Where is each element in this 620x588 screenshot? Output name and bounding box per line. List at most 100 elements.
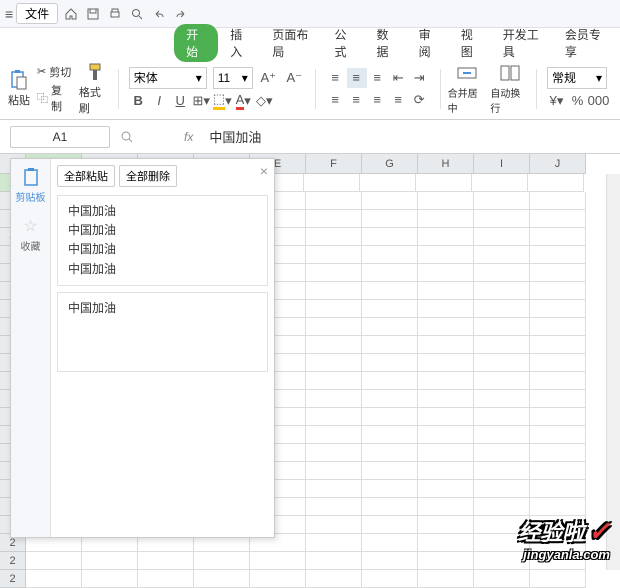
fill-color-button[interactable]: ⬚▾ xyxy=(213,91,233,111)
cell[interactable] xyxy=(306,282,362,300)
tab-developer[interactable]: 开发工具 xyxy=(493,24,553,62)
tab-view[interactable]: 视图 xyxy=(451,24,491,62)
cell[interactable] xyxy=(418,480,474,498)
copy-button[interactable]: ⿻复制 xyxy=(37,82,72,114)
cell[interactable] xyxy=(306,336,362,354)
cell[interactable] xyxy=(474,498,530,516)
cell[interactable] xyxy=(474,444,530,462)
clear-format-button[interactable]: ◇▾ xyxy=(255,91,275,111)
cell[interactable] xyxy=(530,354,586,372)
cell[interactable] xyxy=(530,264,586,282)
cell[interactable] xyxy=(474,246,530,264)
justify-button[interactable]: ≡ xyxy=(389,90,409,110)
cell[interactable] xyxy=(362,300,418,318)
cell[interactable] xyxy=(306,408,362,426)
comma-button[interactable]: 000 xyxy=(589,91,609,111)
cell[interactable] xyxy=(528,174,584,192)
column-header[interactable]: J xyxy=(530,154,586,174)
cell[interactable] xyxy=(418,570,474,588)
tab-member[interactable]: 会员专享 xyxy=(555,24,615,62)
cell[interactable] xyxy=(194,552,250,570)
cell[interactable] xyxy=(26,552,82,570)
cell[interactable] xyxy=(418,336,474,354)
cell[interactable] xyxy=(360,174,416,192)
home-icon[interactable] xyxy=(63,6,79,22)
cell[interactable] xyxy=(474,336,530,354)
font-size-select[interactable]: 11▾ xyxy=(213,67,253,89)
cell[interactable] xyxy=(306,264,362,282)
cell[interactable] xyxy=(530,408,586,426)
cell[interactable] xyxy=(474,192,530,210)
sidebar-item-clipboard[interactable]: 剪贴板 xyxy=(16,167,46,204)
cell[interactable] xyxy=(530,462,586,480)
cell[interactable] xyxy=(530,372,586,390)
cell[interactable] xyxy=(362,192,418,210)
cell[interactable] xyxy=(362,210,418,228)
format-painter-button[interactable]: 格式刷 xyxy=(79,61,111,116)
cell[interactable] xyxy=(418,282,474,300)
cell[interactable] xyxy=(418,516,474,534)
cell[interactable] xyxy=(530,210,586,228)
cell[interactable] xyxy=(530,192,586,210)
cell[interactable] xyxy=(362,264,418,282)
cell[interactable] xyxy=(474,282,530,300)
indent-increase-button[interactable]: ⇥ xyxy=(410,68,430,88)
cell[interactable] xyxy=(418,534,474,552)
cell[interactable] xyxy=(306,246,362,264)
search-icon[interactable] xyxy=(120,130,134,144)
cell[interactable] xyxy=(530,246,586,264)
percent-button[interactable]: % xyxy=(568,91,588,111)
cell[interactable] xyxy=(474,408,530,426)
cell[interactable] xyxy=(362,390,418,408)
cell[interactable] xyxy=(306,390,362,408)
cell[interactable] xyxy=(474,318,530,336)
indent-decrease-button[interactable]: ⇤ xyxy=(389,68,409,88)
cell[interactable] xyxy=(306,300,362,318)
cell[interactable] xyxy=(304,174,360,192)
cell[interactable] xyxy=(530,426,586,444)
cell[interactable] xyxy=(306,354,362,372)
delete-all-button[interactable]: 全部删除 xyxy=(119,165,177,187)
cell[interactable] xyxy=(26,570,82,588)
tab-data[interactable]: 数据 xyxy=(367,24,407,62)
clipboard-item-group[interactable]: 中国加油 xyxy=(57,292,268,372)
cell[interactable] xyxy=(306,372,362,390)
increase-font-button[interactable]: A⁺ xyxy=(259,68,279,88)
cell[interactable] xyxy=(306,516,362,534)
align-center-button[interactable]: ≡ xyxy=(347,90,367,110)
underline-button[interactable]: U xyxy=(171,91,191,111)
cell[interactable] xyxy=(472,174,528,192)
cell[interactable] xyxy=(306,552,362,570)
cell[interactable] xyxy=(306,444,362,462)
vertical-scrollbar[interactable] xyxy=(606,174,620,570)
cell[interactable] xyxy=(418,390,474,408)
merge-center-button[interactable]: 合并居中 xyxy=(448,62,487,115)
cell[interactable] xyxy=(474,354,530,372)
cell[interactable] xyxy=(530,318,586,336)
undo-icon[interactable] xyxy=(151,6,167,22)
tab-page-layout[interactable]: 页面布局 xyxy=(262,24,322,62)
cell[interactable] xyxy=(362,444,418,462)
tab-start[interactable]: 开始 xyxy=(174,24,218,62)
cell[interactable] xyxy=(418,354,474,372)
cell[interactable] xyxy=(530,498,586,516)
cell[interactable] xyxy=(362,534,418,552)
cell[interactable] xyxy=(362,480,418,498)
cell[interactable] xyxy=(418,498,474,516)
cell[interactable] xyxy=(362,462,418,480)
clipboard-item[interactable]: 中国加油 xyxy=(68,240,257,259)
align-bottom-button[interactable]: ≡ xyxy=(368,68,388,88)
paste-all-button[interactable]: 全部粘贴 xyxy=(57,165,115,187)
close-icon[interactable]: × xyxy=(260,163,268,179)
font-name-select[interactable]: 宋体▾ xyxy=(129,67,207,89)
cell[interactable] xyxy=(418,264,474,282)
print-icon[interactable] xyxy=(107,6,123,22)
preview-icon[interactable] xyxy=(129,6,145,22)
clipboard-item[interactable]: 中国加油 xyxy=(68,260,257,279)
cell[interactable] xyxy=(306,480,362,498)
tab-review[interactable]: 审阅 xyxy=(409,24,449,62)
cell[interactable] xyxy=(362,318,418,336)
cell[interactable] xyxy=(362,552,418,570)
cell[interactable] xyxy=(362,246,418,264)
row-header[interactable]: 2 xyxy=(0,570,26,588)
